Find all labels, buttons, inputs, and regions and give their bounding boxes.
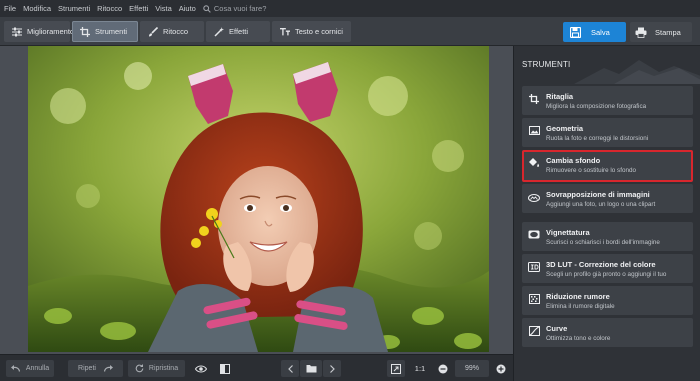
tool-sovrapposizione[interactable]: Sovrapposizione di immagini Aggiungi una…	[522, 184, 693, 213]
menu-ritocco[interactable]: Ritocco	[93, 4, 125, 13]
tool-description: Scurisci o schiarisci i bordi dell'immag…	[546, 239, 660, 246]
tool-description: Aggiungi una foto, un logo o una clipart	[546, 201, 656, 208]
tool-title: Geometria	[546, 124, 584, 133]
menu-strumenti[interactable]: Strumenti	[54, 4, 93, 13]
previous-image-button[interactable]	[281, 360, 299, 377]
tool-cambia-sfondo[interactable]: Cambia sfondo Rimuovere o sostituire lo …	[522, 150, 693, 182]
tool-description: Elimina il rumore digitale	[546, 303, 615, 310]
save-label: Salva	[591, 27, 610, 37]
image-icon	[528, 125, 540, 136]
vignette-icon	[528, 229, 540, 240]
paint-bucket-icon	[528, 157, 540, 168]
redo-button[interactable]: Ripeti	[68, 360, 123, 377]
restore-label: Ripristina	[148, 365, 179, 372]
chevron-right-icon	[329, 364, 335, 373]
restore-icon	[135, 364, 144, 373]
panel-title: STRUMENTI	[522, 60, 571, 69]
floppy-disk-icon	[570, 26, 581, 38]
fit-to-screen-button[interactable]	[387, 360, 405, 377]
tab-label: Miglioramento	[27, 27, 75, 36]
search-icon	[203, 4, 211, 13]
fit-screen-icon	[391, 363, 401, 374]
noise-icon	[528, 293, 540, 304]
curve-icon	[528, 325, 540, 336]
tool-title: Vignettatura	[546, 228, 590, 237]
actual-size-button[interactable]: 1:1	[410, 360, 430, 377]
redo-label: Ripeti	[78, 365, 96, 372]
search-field[interactable]: Cosa vuoi fare?	[203, 4, 267, 13]
folder-icon	[306, 364, 317, 373]
tool-description: Scegli un profilo già pronto o aggiungi …	[546, 271, 667, 278]
portrait-photo	[28, 46, 489, 352]
panel-header: STRUMENTI	[514, 46, 700, 84]
undo-label: Annulla	[25, 365, 50, 372]
undo-icon	[10, 365, 20, 372]
tool-description: Rimuovere o sostituire lo sfondo	[546, 167, 636, 174]
eye-icon	[195, 364, 207, 373]
tools-panel: STRUMENTI Ritaglia Migliora la composizi…	[513, 46, 700, 381]
tool-title: 3D LUT - Correzione del colore	[546, 260, 656, 269]
tool-title: Sovrapposizione di immagini	[546, 190, 650, 199]
tab-testo-e-cornici[interactable]: Testo e cornici	[272, 21, 351, 42]
tool-title: Riduzione rumore	[546, 292, 610, 301]
search-placeholder: Cosa vuoi fare?	[213, 4, 267, 13]
tool-title: Ritaglia	[546, 92, 574, 101]
tab-miglioramento[interactable]: Miglioramento	[4, 21, 74, 42]
zoom-level-field[interactable]: 99%	[455, 360, 489, 377]
save-button[interactable]: Salva	[563, 22, 626, 42]
tool-description: Ottimizza tono e colore	[546, 335, 611, 342]
sliders-icon	[12, 27, 22, 37]
lut-icon	[528, 261, 540, 272]
canvas-area	[0, 46, 513, 354]
tool-vignettatura[interactable]: Vignettatura Scurisci o schiarisci i bor…	[522, 222, 693, 251]
tool-ritaglia[interactable]: Ritaglia Migliora la composizione fotogr…	[522, 86, 693, 115]
tab-label: Strumenti	[95, 27, 128, 36]
tab-label: Testo e cornici	[295, 27, 343, 36]
menu-vista[interactable]: Vista	[151, 4, 175, 13]
compare-icon	[220, 363, 230, 374]
photo-editor-window: File Modifica Strumenti Ritocco Effetti …	[0, 0, 700, 381]
next-image-button[interactable]	[323, 360, 341, 377]
tab-effetti[interactable]: Effetti	[206, 21, 270, 42]
menu-file[interactable]: File	[0, 4, 19, 13]
restore-button[interactable]: Ripristina	[128, 360, 185, 377]
printer-icon	[635, 27, 647, 38]
undo-button[interactable]: Annulla	[6, 360, 54, 377]
crop-icon	[528, 93, 540, 104]
tool-title: Curve	[546, 324, 568, 333]
bottom-bar: Annulla Ripeti Ripristina 1:1 99%	[0, 354, 513, 381]
tool-riduzione-rumore[interactable]: Riduzione rumore Elimina il rumore digit…	[522, 286, 693, 315]
plus-icon	[496, 364, 506, 374]
layers-icon	[528, 191, 540, 202]
tool-description: Ruota la foto e correggi le distorsioni	[546, 135, 649, 142]
menu-modifica[interactable]: Modifica	[19, 4, 54, 13]
brush-icon	[148, 26, 158, 37]
menu-aiuto[interactable]: Aiuto	[175, 4, 199, 13]
minus-icon	[438, 364, 448, 374]
zoom-in-button[interactable]	[492, 360, 510, 377]
tab-label: Ritocco	[163, 27, 189, 36]
tab-ritocco[interactable]: Ritocco	[140, 21, 204, 42]
menu-bar: File Modifica Strumenti Ritocco Effetti …	[0, 0, 700, 17]
photo-canvas[interactable]	[28, 46, 489, 352]
menu-effetti[interactable]: Effetti	[125, 4, 151, 13]
tab-label: Effetti	[229, 27, 249, 36]
redo-icon	[103, 365, 113, 372]
tool-curve[interactable]: Curve Ottimizza tono e colore	[522, 318, 693, 347]
crop-icon	[80, 26, 90, 37]
compare-toggle[interactable]	[216, 360, 234, 377]
print-label: Stampa	[655, 27, 681, 37]
tool-geometria[interactable]: Geometria Ruota la foto e correggi le di…	[522, 118, 693, 147]
open-folder-button[interactable]	[300, 360, 322, 377]
zoom-out-button[interactable]	[434, 360, 452, 377]
chevron-left-icon	[287, 364, 293, 373]
magic-wand-icon	[214, 26, 224, 37]
tool-3d-lut[interactable]: 3D LUT - Correzione del colore Scegli un…	[522, 254, 693, 283]
tool-title: Cambia sfondo	[546, 156, 601, 165]
text-icon	[280, 27, 290, 37]
print-button[interactable]: Stampa	[630, 22, 692, 42]
tool-description: Migliora la composizione fotografica	[546, 103, 647, 110]
tab-strumenti[interactable]: Strumenti	[72, 21, 138, 42]
preview-toggle[interactable]	[192, 360, 210, 377]
